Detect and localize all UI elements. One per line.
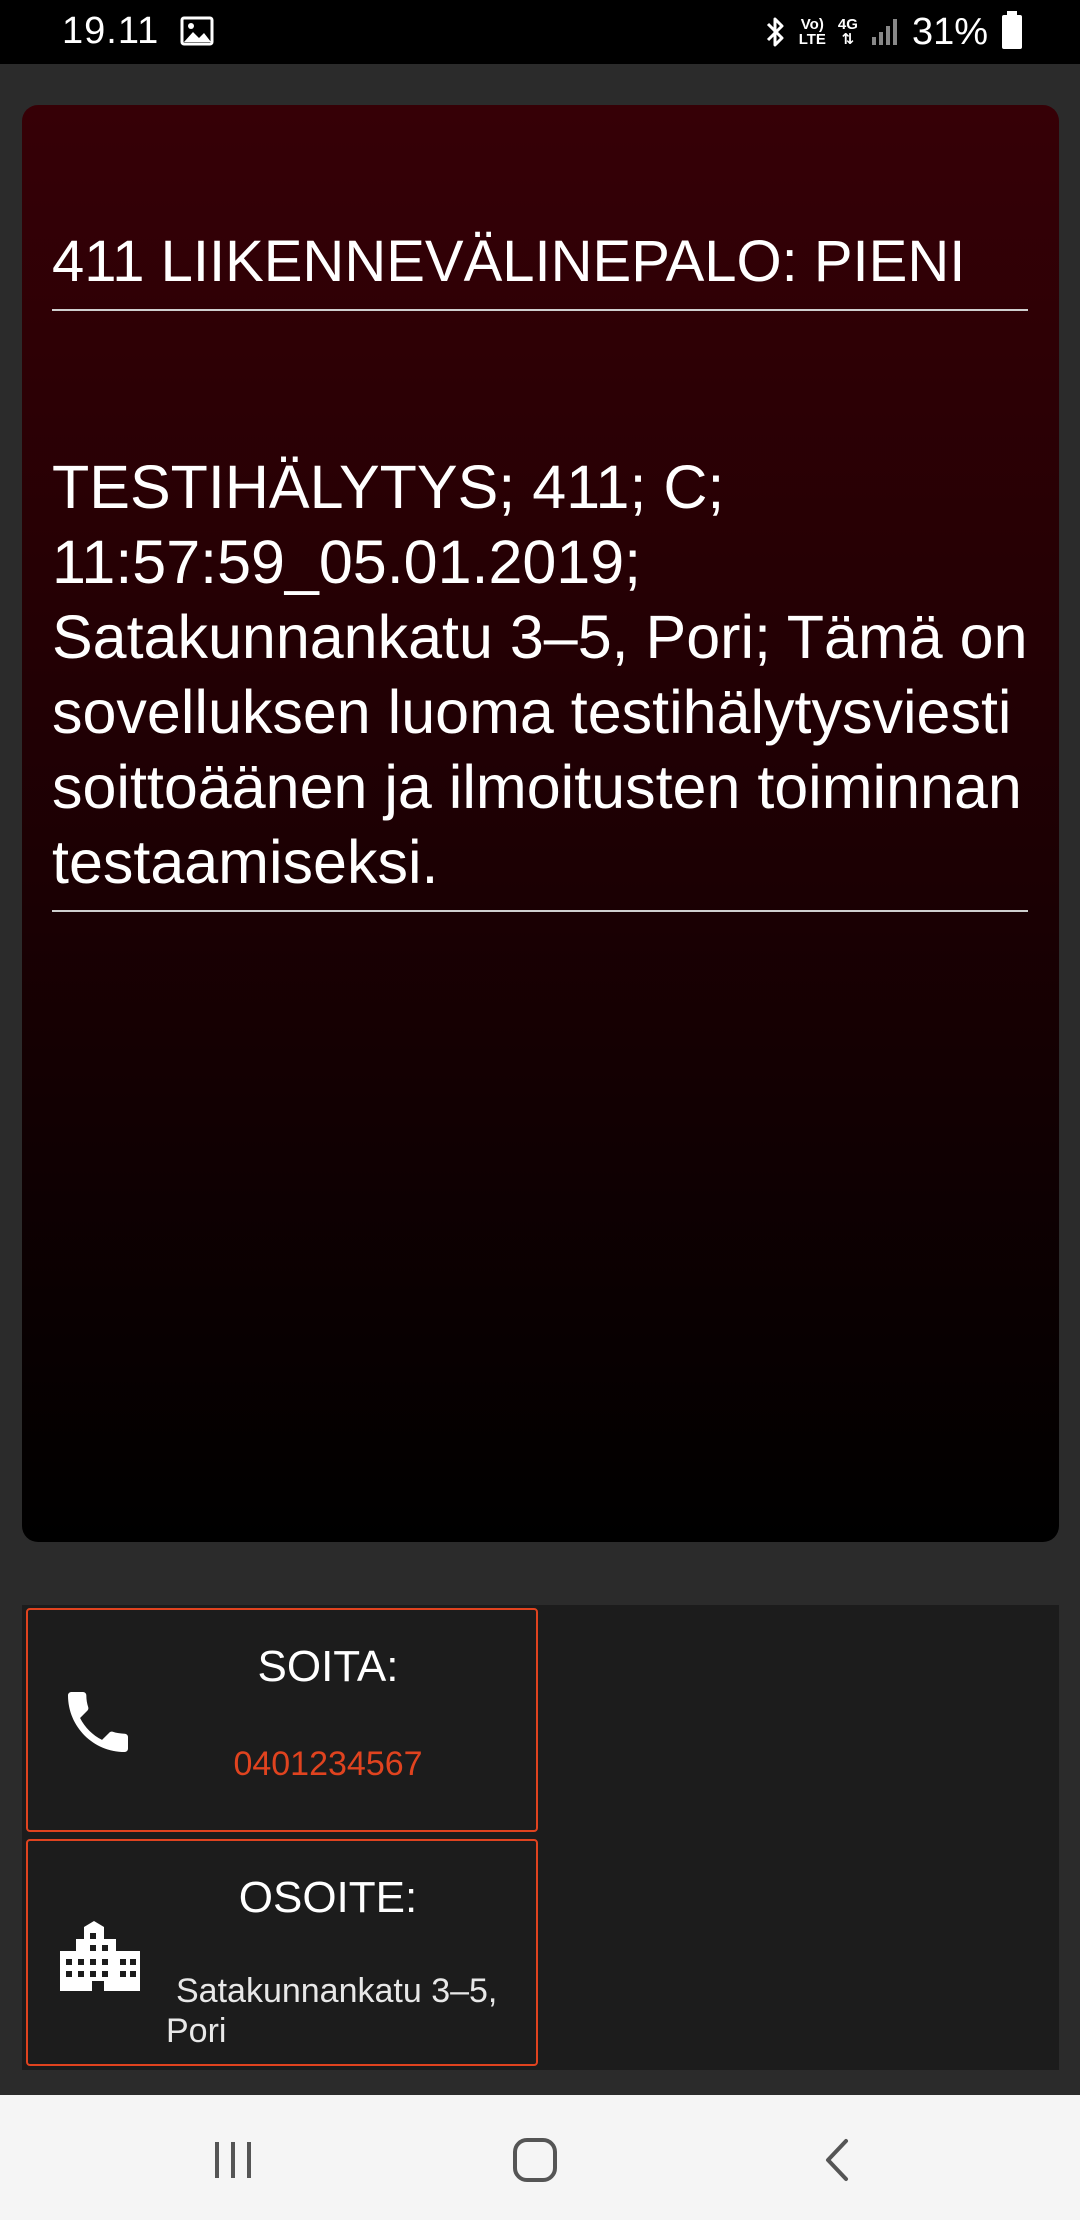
address-text[interactable]: Satakunnankatu 3–5, Pori [166, 1971, 526, 2051]
back-button[interactable] [802, 2125, 872, 2195]
address-label: OSOITE: [238, 1873, 418, 1922]
data-arrows-icon: ⇅ [841, 31, 855, 48]
4g-data-icon: 4G ⇅ [838, 17, 858, 47]
recents-button[interactable] [198, 2125, 268, 2195]
status-bar: 19.11 Vo) LTE 4G ⇅ 31% [0, 0, 1080, 64]
image-icon [180, 16, 214, 46]
call-button[interactable]: SOITA: 0401234567 [26, 1608, 538, 1832]
alert-title: 411 LIIKENNEVÄLINEPALO: PIENI [52, 227, 1028, 311]
volte-label-top: Vo) [800, 16, 824, 33]
phone-icon [68, 1692, 128, 1752]
back-icon [826, 2139, 848, 2181]
address-button[interactable]: OSOITE: Satakunnankatu 3–5, Pori [26, 1839, 538, 2066]
home-icon [513, 2138, 557, 2182]
volte-icon: Vo) LTE [799, 17, 826, 47]
recents-icon [215, 2142, 251, 2178]
battery-percent: 31% [911, 10, 988, 53]
battery-icon [1002, 11, 1022, 49]
info-panel: SOITA: 0401234567 OSOITE: Satakunnankatu… [22, 1605, 1059, 2070]
building-icon [60, 1921, 140, 1991]
status-time: 19.11 [62, 10, 160, 52]
call-label: SOITA: [257, 1642, 399, 1691]
status-icons: Vo) LTE 4G ⇅ 31% [765, 8, 1022, 56]
volte-label-bottom: LTE [798, 31, 826, 48]
alert-card: 411 LIIKENNEVÄLINEPALO: PIENI TESTIHÄLYT… [22, 105, 1059, 1542]
network-label: 4G [837, 16, 858, 33]
navigation-bar [0, 2095, 1080, 2220]
phone-number[interactable]: 0401234567 [148, 1745, 508, 1784]
signal-icon [871, 19, 897, 45]
home-button[interactable] [500, 2125, 570, 2195]
bluetooth-icon [766, 17, 784, 47]
alert-message: TESTIHÄLYTYS; 411; C; 11:57:59_05.01.201… [52, 450, 1028, 912]
